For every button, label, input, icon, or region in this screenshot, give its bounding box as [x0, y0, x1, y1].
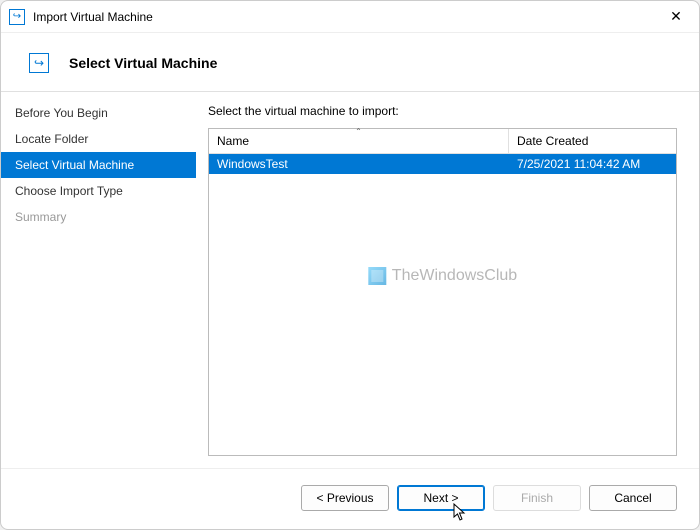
watermark-icon: [368, 267, 386, 285]
close-button[interactable]: ✕: [653, 1, 699, 33]
page-title: Select Virtual Machine: [69, 55, 217, 71]
main-panel: Select the virtual machine to import: ⌃ …: [196, 92, 699, 468]
wizard-footer: < Previous Next > Finish Cancel: [1, 468, 699, 529]
watermark-text: TheWindowsClub: [392, 267, 517, 285]
app-icon: ↪: [9, 9, 25, 25]
watermark: TheWindowsClub: [368, 267, 517, 285]
sidebar-item-locate-folder[interactable]: Locate Folder: [1, 126, 196, 152]
import-icon: ↪: [29, 53, 49, 73]
sidebar-item-choose-import-type[interactable]: Choose Import Type: [1, 178, 196, 204]
sidebar-item-before-you-begin[interactable]: Before You Begin: [1, 100, 196, 126]
column-date-label: Date Created: [517, 134, 588, 148]
column-name-label: Name: [217, 134, 249, 148]
column-header-date[interactable]: Date Created: [509, 129, 676, 153]
previous-button[interactable]: < Previous: [301, 485, 389, 511]
vm-list[interactable]: ⌃ Name Date Created WindowsTest 7/25/202…: [208, 128, 677, 456]
wizard-steps: Before You Begin Locate Folder Select Vi…: [1, 92, 196, 468]
table-row[interactable]: WindowsTest 7/25/2021 11:04:42 AM: [209, 154, 676, 174]
sort-indicator-icon: ⌃: [355, 127, 362, 136]
sidebar-item-summary[interactable]: Summary: [1, 204, 196, 230]
cancel-button[interactable]: Cancel: [589, 485, 677, 511]
finish-button: Finish: [493, 485, 581, 511]
close-icon: ✕: [670, 8, 682, 25]
sidebar-item-select-virtual-machine[interactable]: Select Virtual Machine: [1, 152, 196, 178]
prompt-text: Select the virtual machine to import:: [208, 104, 677, 118]
list-header: ⌃ Name Date Created: [209, 129, 676, 154]
dialog-window: ↪ Import Virtual Machine ✕ ↪ Select Virt…: [0, 0, 700, 530]
next-button[interactable]: Next >: [397, 485, 485, 511]
wizard-body: Before You Begin Locate Folder Select Vi…: [1, 91, 699, 468]
window-title: Import Virtual Machine: [33, 10, 653, 24]
cell-name: WindowsTest: [209, 154, 509, 174]
wizard-header: ↪ Select Virtual Machine: [1, 33, 699, 91]
titlebar: ↪ Import Virtual Machine ✕: [1, 1, 699, 33]
column-header-name[interactable]: ⌃ Name: [209, 129, 509, 153]
cell-date: 7/25/2021 11:04:42 AM: [509, 154, 676, 174]
